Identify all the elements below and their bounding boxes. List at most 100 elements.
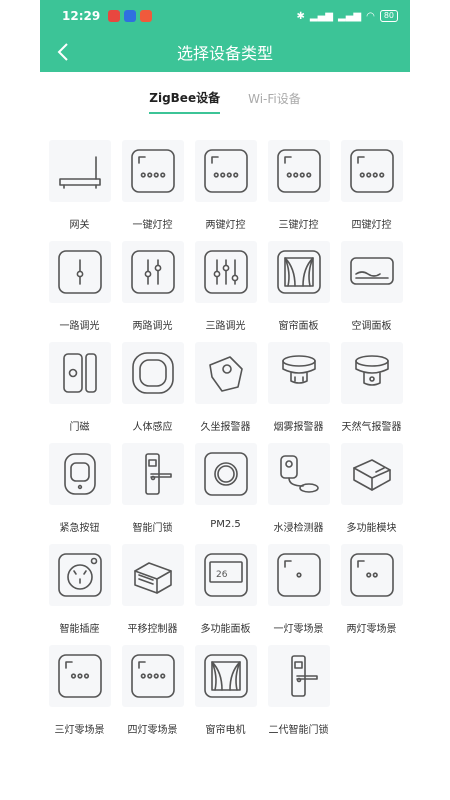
device-tile[interactable] xyxy=(340,241,403,303)
status-bar: 12:29 ✱ ▂▄▆ ▂▄▆ ◠ 80 xyxy=(40,0,410,32)
device-item-smart-socket[interactable]: 智能插座 xyxy=(46,544,113,645)
device-tile[interactable] xyxy=(267,645,330,707)
gateway-icon xyxy=(58,156,101,189)
device-item-multi-panel[interactable]: 26 多功能面板 xyxy=(192,544,259,645)
ac-panel-icon xyxy=(349,257,394,285)
device-tile[interactable] xyxy=(340,342,403,404)
multi-panel-icon: 26 xyxy=(203,553,248,597)
curtain-motor-icon xyxy=(203,654,248,698)
app-header: 选择设备类型 xyxy=(40,32,410,72)
device-label: 四键灯控 xyxy=(351,220,392,231)
device-label: PM2.5 xyxy=(210,519,241,530)
device-label: 二代智能门锁 xyxy=(268,725,329,736)
status-time: 12:29 xyxy=(62,9,101,23)
device-item-switch-1[interactable]: 一键灯控 xyxy=(119,140,186,241)
screen: 12:29 ✱ ▂▄▆ ▂▄▆ ◠ 80 选择设备类型 ZigBee设备 Wi-… xyxy=(40,0,410,800)
device-label: 三键灯控 xyxy=(278,220,319,231)
device-item-motion-sensor[interactable]: 人体感应 xyxy=(119,342,186,443)
device-label: 三灯零场景 xyxy=(54,725,105,736)
chevron-left-icon[interactable] xyxy=(52,40,76,64)
device-item-translation-controller[interactable]: 平移控制器 xyxy=(119,544,186,645)
device-label: 智能插座 xyxy=(59,624,100,635)
device-tile[interactable] xyxy=(267,544,330,606)
battery-icon: 80 xyxy=(379,10,398,22)
device-tile[interactable] xyxy=(121,342,184,404)
switch-4-icon xyxy=(349,149,394,193)
device-item-scene-4[interactable]: 四灯零场景 xyxy=(119,645,186,746)
translation-controller-icon xyxy=(133,562,172,594)
device-item-gas-alarm[interactable]: 天然气报警器 xyxy=(338,342,405,443)
device-tile[interactable] xyxy=(48,342,111,404)
device-item-emergency-button[interactable]: 紧急按钮 xyxy=(46,443,113,544)
device-tile[interactable] xyxy=(48,544,111,606)
device-label: 两路调光 xyxy=(132,321,173,332)
curtain-panel-icon xyxy=(276,250,321,294)
device-tile[interactable] xyxy=(340,140,403,202)
device-tile[interactable] xyxy=(194,443,257,505)
device-tile[interactable] xyxy=(194,645,257,707)
device-item-door-sensor[interactable]: 门磁 xyxy=(46,342,113,443)
water-leak-icon xyxy=(279,455,319,493)
device-tile[interactable] xyxy=(267,342,330,404)
signal-icon: ▂▄▆ xyxy=(338,10,362,22)
device-grid: 网关 一键灯控 两键灯控 三键灯控 四键灯控 一路调光 两路调光 三路调光 窗帘… xyxy=(40,120,410,746)
device-item-ac-panel[interactable]: 空调面板 xyxy=(338,241,405,342)
device-label: 一键灯控 xyxy=(132,220,173,231)
device-tile[interactable] xyxy=(194,241,257,303)
motion-sensor-icon xyxy=(131,352,174,394)
device-item-curtain-motor[interactable]: 窗帘电机 xyxy=(192,645,259,746)
device-tile[interactable] xyxy=(121,443,184,505)
notification-app-icon xyxy=(108,10,121,22)
device-item-switch-3[interactable]: 三键灯控 xyxy=(265,140,332,241)
smoke-alarm-icon xyxy=(281,355,316,384)
device-item-switch-2[interactable]: 两键灯控 xyxy=(192,140,259,241)
multi-panel-display: 26 xyxy=(216,570,228,580)
device-item-dimmer-2[interactable]: 两路调光 xyxy=(119,241,186,342)
device-tile[interactable] xyxy=(194,140,257,202)
device-item-smoke-alarm[interactable]: 烟雾报警器 xyxy=(265,342,332,443)
tab-bar: ZigBee设备 Wi-Fi设备 xyxy=(40,76,410,120)
device-tile[interactable] xyxy=(121,645,184,707)
device-item-curtain-panel[interactable]: 窗帘面板 xyxy=(265,241,332,342)
device-item-dimmer-3[interactable]: 三路调光 xyxy=(192,241,259,342)
device-item-gateway[interactable]: 网关 xyxy=(46,140,113,241)
device-label: 两键灯控 xyxy=(205,220,246,231)
device-tile[interactable] xyxy=(48,140,111,202)
bluetooth-icon: ✱ xyxy=(296,10,305,22)
device-label: 门磁 xyxy=(69,422,90,433)
device-tile[interactable] xyxy=(267,140,330,202)
device-tile[interactable] xyxy=(48,645,111,707)
device-tile[interactable] xyxy=(121,140,184,202)
device-label: 紧急按钮 xyxy=(59,523,100,534)
notification-app-icon xyxy=(140,10,153,22)
pm25-sensor-icon xyxy=(203,452,248,496)
device-item-scene-2[interactable]: 两灯零场景 xyxy=(338,544,405,645)
tab-zigbee[interactable]: ZigBee设备 xyxy=(149,89,221,114)
device-item-pm25-sensor[interactable]: PM2.5 xyxy=(192,443,259,544)
device-item-switch-4[interactable]: 四键灯控 xyxy=(338,140,405,241)
device-item-smart-lock[interactable]: 智能门锁 xyxy=(119,443,186,544)
device-tile[interactable] xyxy=(121,544,184,606)
device-tile[interactable]: 26 xyxy=(194,544,257,606)
device-item-multi-module[interactable]: 多功能模块 xyxy=(338,443,405,544)
device-label: 烟雾报警器 xyxy=(273,422,324,433)
device-item-dimmer-1[interactable]: 一路调光 xyxy=(46,241,113,342)
device-tile[interactable] xyxy=(267,241,330,303)
device-tile[interactable] xyxy=(340,544,403,606)
device-label: 一路调光 xyxy=(59,321,100,332)
device-item-water-leak[interactable]: 水浸检测器 xyxy=(265,443,332,544)
device-tile[interactable] xyxy=(48,241,111,303)
device-tile[interactable] xyxy=(121,241,184,303)
scene-1-icon xyxy=(276,553,321,597)
smart-lock-gen2-icon xyxy=(290,655,318,697)
device-item-scene-1[interactable]: 一灯零场景 xyxy=(265,544,332,645)
device-item-scene-3[interactable]: 三灯零场景 xyxy=(46,645,113,746)
device-label: 四灯零场景 xyxy=(127,725,178,736)
device-item-sedentary-alarm[interactable]: 久坐报警器 xyxy=(192,342,259,443)
device-tile[interactable] xyxy=(267,443,330,505)
device-item-smart-lock-gen2[interactable]: 二代智能门锁 xyxy=(265,645,332,746)
device-tile[interactable] xyxy=(48,443,111,505)
device-tile[interactable] xyxy=(340,443,403,505)
device-tile[interactable] xyxy=(194,342,257,404)
tab-wifi[interactable]: Wi-Fi设备 xyxy=(248,90,301,113)
